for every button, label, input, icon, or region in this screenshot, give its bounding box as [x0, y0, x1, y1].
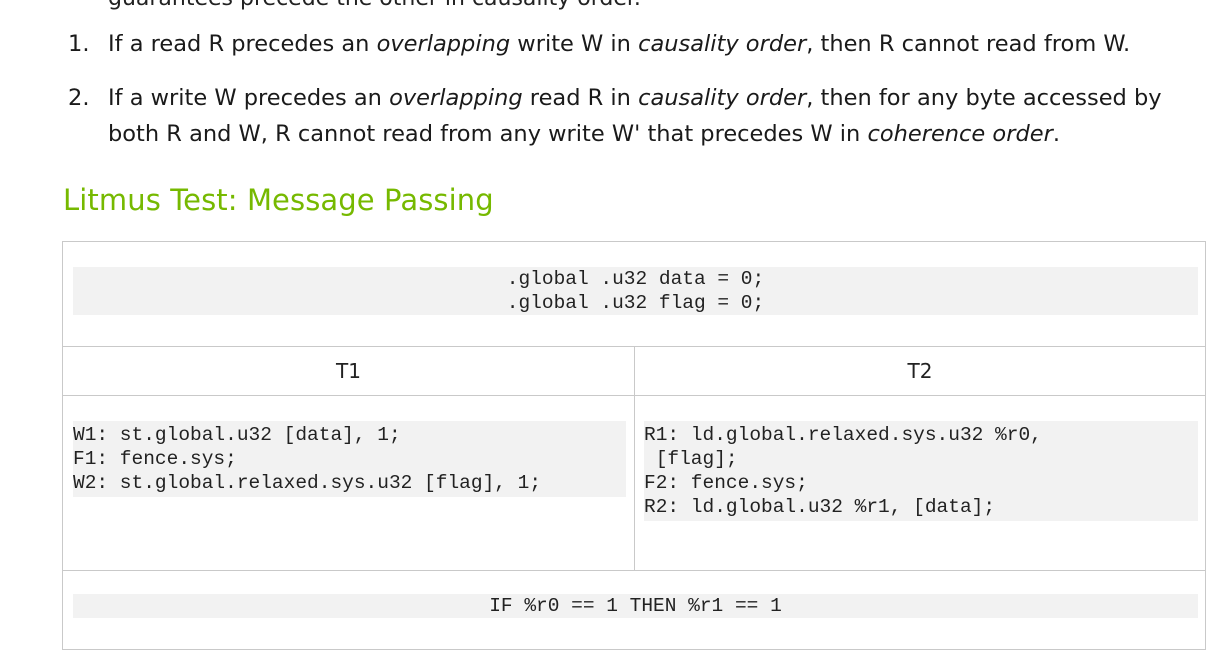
- thread-code-row: W1: st.global.u32 [data], 1; F1: fence.s…: [63, 396, 1205, 571]
- init-code: .global .u32 data = 0; .global .u32 flag…: [506, 268, 765, 314]
- partial-text-line: guarantees precede the other in causalit…: [108, 0, 641, 11]
- axiom-segment: , then R cannot read from W.: [806, 31, 1131, 57]
- section-heading: Litmus Test: Message Passing: [63, 183, 494, 217]
- axiom-item-2: 2. If a write W precedes an overlapping …: [68, 80, 1218, 152]
- axiom-text: If a read R precedes an overlapping writ…: [108, 31, 1130, 57]
- axiom-term: coherence order: [867, 121, 1053, 147]
- litmus-test-table: .global .u32 data = 0; .global .u32 flag…: [62, 241, 1206, 650]
- axiom-segment: If a write W precedes an: [108, 85, 390, 111]
- condition-row: IF %r0 == 1 THEN %r1 == 1: [63, 571, 1205, 649]
- init-code-block: .global .u32 data = 0; .global .u32 flag…: [73, 267, 1198, 315]
- axiom-segment: write W in: [510, 31, 639, 57]
- axiom-term: causality order: [638, 31, 807, 57]
- axiom-term: causality order: [638, 85, 807, 111]
- axiom-term: overlapping: [389, 85, 523, 111]
- t1-code-block: W1: st.global.u32 [data], 1; F1: fence.s…: [73, 421, 626, 497]
- axiom-text: If a write W precedes an overlapping rea…: [108, 85, 1162, 147]
- axiom-segment: .: [1052, 121, 1060, 147]
- thread-header-t1: T1: [336, 359, 361, 383]
- init-row: .global .u32 data = 0; .global .u32 flag…: [63, 242, 1205, 347]
- t2-code-block: R1: ld.global.relaxed.sys.u32 %r0, [flag…: [644, 421, 1198, 521]
- column-divider: [634, 347, 635, 395]
- thread-header-row: T1 T2: [63, 347, 1205, 396]
- axiom-segment: If a read R precedes an: [108, 31, 377, 57]
- condition-code: IF %r0 == 1 THEN %r1 == 1: [73, 594, 1198, 618]
- column-divider: [634, 396, 635, 570]
- axiom-segment: read R in: [522, 85, 639, 111]
- axiom-number: 1.: [68, 31, 90, 57]
- axiom-item-1: 1. If a read R precedes an overlapping w…: [68, 26, 1218, 62]
- axiom-list: 1. If a read R precedes an overlapping w…: [68, 26, 1218, 170]
- axiom-number: 2.: [68, 85, 90, 111]
- thread-header-t2: T2: [907, 359, 933, 383]
- axiom-term: overlapping: [376, 31, 511, 57]
